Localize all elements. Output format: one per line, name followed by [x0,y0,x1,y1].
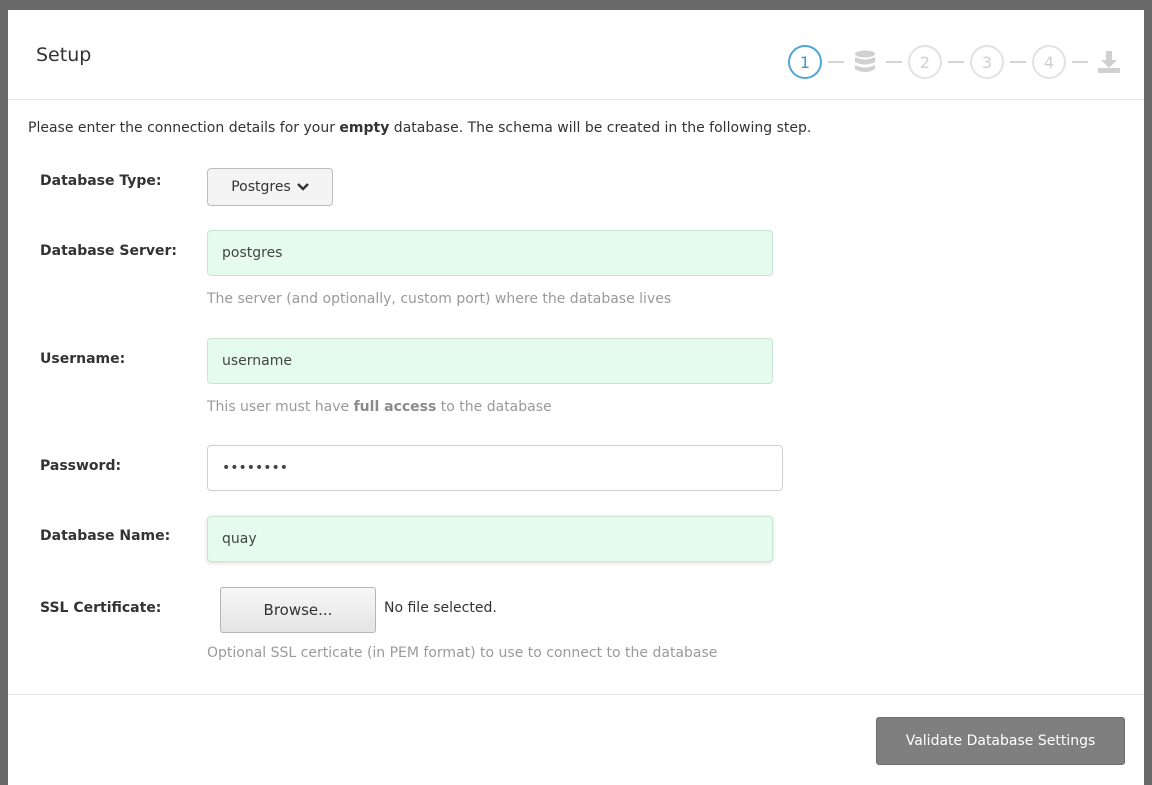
step-4-label: 4 [1043,52,1055,72]
username-label: Username: [40,351,126,367]
modal-header: Setup 1 2 3 4 [8,10,1144,100]
step-separator [1072,61,1088,63]
step-separator [886,61,902,63]
validate-button[interactable]: Validate Database Settings [876,717,1125,765]
username-help: This user must have full access to the d… [207,399,552,415]
db-type-label: Database Type: [40,173,162,189]
footer-divider [8,694,1144,695]
database-icon [850,45,880,79]
intro-text: Please enter the connection details for … [28,120,811,136]
step-2: 2 [908,45,942,79]
step-1-label: 1 [799,52,811,72]
username-help-bold: full access [353,399,437,415]
step-4: 4 [1032,45,1066,79]
intro-before: Please enter the connection details for … [28,120,340,136]
username-input[interactable]: username [207,338,773,384]
file-status: No file selected. [384,600,497,616]
username-help-after: to the database [436,399,552,415]
password-label: Password: [40,458,122,474]
step-2-label: 2 [919,52,931,72]
username-help-before: This user must have [207,399,354,415]
step-separator [1010,61,1026,63]
setup-modal: Setup 1 2 3 4 Please enter the connectio… [8,10,1144,785]
intro-after: database. The schema will be created in … [389,120,812,136]
ssl-label: SSL Certificate: [40,600,162,616]
page-title: Setup [36,44,92,66]
chevron-down-icon [296,183,309,191]
step-separator [828,61,844,63]
step-3: 3 [970,45,1004,79]
db-type-select[interactable]: Postgres [207,168,333,206]
download-icon [1094,45,1124,79]
step-1: 1 [788,45,822,79]
server-input[interactable]: postgres [207,230,773,276]
ssl-help: Optional SSL certicate (in PEM format) t… [207,645,718,661]
browse-button[interactable]: Browse... [220,587,376,633]
server-help: The server (and optionally, custom port)… [207,291,672,307]
password-input[interactable]: •••••••• [207,445,783,491]
intro-bold: empty [339,120,390,136]
setup-steps: 1 2 3 4 [788,43,1124,81]
db-type-value: Postgres [231,179,291,195]
server-label: Database Server: [40,243,177,259]
dbname-label: Database Name: [40,528,171,544]
step-separator [948,61,964,63]
dbname-input[interactable]: quay [207,516,773,562]
step-3-label: 3 [981,52,993,72]
